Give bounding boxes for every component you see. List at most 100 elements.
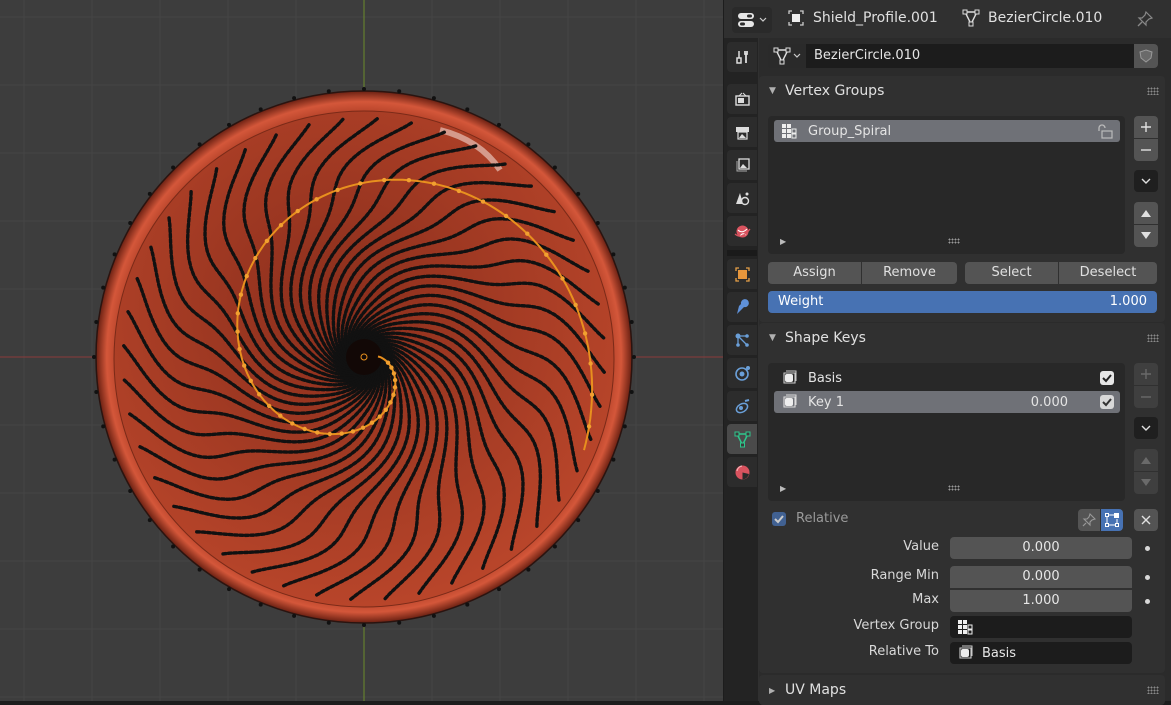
range-min-field[interactable]: 0.000 <box>950 566 1132 588</box>
selected-vertex <box>377 414 382 419</box>
chevron-down-icon <box>793 53 801 58</box>
keyframe-dot-icon[interactable] <box>1145 546 1150 551</box>
datablock-browse-button[interactable] <box>768 44 806 68</box>
tab-view-layer[interactable] <box>727 150 757 180</box>
value-field[interactable]: 0.000 <box>950 537 1132 559</box>
selected-vertex <box>235 311 240 316</box>
fake-user-button[interactable] <box>1134 44 1158 68</box>
selected-vertex <box>383 407 388 412</box>
move-down-button[interactable] <box>1134 225 1158 247</box>
rim-vertex <box>629 390 634 394</box>
rim-vertex <box>465 602 470 607</box>
relative-to-field[interactable]: Basis <box>950 642 1132 664</box>
expand-filter-icon[interactable]: ▶ <box>780 484 786 493</box>
shape-key-specials-button[interactable] <box>1134 417 1158 439</box>
list-resize-grip-icon[interactable] <box>948 238 960 244</box>
selected-vertex <box>406 178 412 183</box>
edit-mode-toggle-button[interactable] <box>1101 509 1123 531</box>
viewport-canvas[interactable] <box>0 0 723 701</box>
add-vertex-group-button[interactable] <box>1134 116 1158 138</box>
tab-constraints[interactable] <box>727 391 757 421</box>
rim-vertex <box>526 567 531 572</box>
list-item[interactable]: Group_Spiral <box>774 120 1120 142</box>
pin-icon[interactable] <box>1136 10 1154 28</box>
expand-filter-icon[interactable]: ▶ <box>780 237 786 246</box>
drag-grip-icon[interactable] <box>1147 686 1159 694</box>
editor-type-button[interactable] <box>732 7 772 33</box>
checkmark-icon <box>1102 398 1112 407</box>
triangle-up-icon <box>1141 457 1151 464</box>
object-icon <box>734 266 750 282</box>
rim-vertex <box>397 89 402 94</box>
vertex-group-field[interactable] <box>950 616 1132 638</box>
selected-vertex <box>582 331 588 336</box>
assign-button[interactable]: Assign <box>768 262 861 284</box>
tab-world[interactable] <box>727 216 757 246</box>
selected-vertex <box>588 361 593 366</box>
deselect-button[interactable]: Deselect <box>1059 262 1157 284</box>
selected-vertex <box>295 208 300 214</box>
tab-scene[interactable] <box>727 183 757 213</box>
drag-grip-icon[interactable] <box>1147 87 1159 95</box>
rim-vertex <box>611 252 616 257</box>
tab-material[interactable] <box>727 457 757 487</box>
tab-data[interactable] <box>727 424 757 454</box>
keyframe-dot-icon[interactable] <box>1145 575 1150 580</box>
move-up-button[interactable] <box>1134 449 1158 471</box>
clear-shape-keys-button[interactable] <box>1134 509 1158 531</box>
remove-vertex-group-button[interactable] <box>1134 139 1158 161</box>
relative-checkbox[interactable] <box>772 512 786 526</box>
tab-physics[interactable] <box>727 358 757 388</box>
tab-output[interactable] <box>727 117 757 147</box>
move-down-button[interactable] <box>1134 472 1158 494</box>
vertex-groups-header[interactable]: ▼ Vertex Groups <box>759 76 1165 106</box>
rim-vertex <box>292 96 297 101</box>
shape-key-mute-checkbox[interactable] <box>1100 371 1114 385</box>
properties-editor: Shield_Profile.001 BezierCircle.010 Bezi… <box>724 0 1171 705</box>
weight-value: 1.000 <box>1109 294 1147 309</box>
rim-vertex <box>227 587 231 592</box>
tab-tool[interactable] <box>727 42 757 72</box>
selected-vertex <box>560 276 565 281</box>
3d-viewport[interactable] <box>0 0 723 701</box>
selected-vertex <box>544 252 549 257</box>
rim-vertex <box>632 355 636 359</box>
tab-object[interactable] <box>727 259 757 289</box>
mesh-data-icon <box>734 431 750 447</box>
rim-vertex <box>465 107 470 112</box>
vertex-group-label: Vertex Group <box>853 618 940 633</box>
remove-button[interactable]: Remove <box>862 262 957 284</box>
shape-key-mute-checkbox[interactable] <box>1100 395 1114 409</box>
rim-vertex <box>552 544 557 549</box>
remove-shape-key-button[interactable] <box>1134 386 1158 408</box>
tab-particles[interactable] <box>727 325 757 355</box>
rim-vertex <box>171 544 176 549</box>
shape-key-lock-button[interactable] <box>1078 509 1100 531</box>
unlock-icon[interactable] <box>1096 123 1114 139</box>
edit-mode-icon <box>1105 513 1119 527</box>
tab-modifiers[interactable] <box>727 292 757 322</box>
datablock-name-field[interactable]: BezierCircle.010 <box>806 44 1134 68</box>
shape-key-name: Key 1 <box>808 394 844 410</box>
rim-vertex <box>94 320 99 324</box>
add-shape-key-button[interactable] <box>1134 363 1158 385</box>
keyframe-dot-icon[interactable] <box>1145 599 1150 604</box>
selected-vertex <box>589 392 595 397</box>
list-resize-grip-icon[interactable] <box>948 485 960 491</box>
weight-slider[interactable]: Weight 1.000 <box>768 291 1157 313</box>
list-item[interactable]: Basis <box>774 367 1120 389</box>
datablock-selector: BezierCircle.010 <box>768 44 1158 68</box>
drag-grip-icon[interactable] <box>1147 334 1159 342</box>
shape-key-value[interactable]: 0.000 <box>1031 395 1068 410</box>
selected-vertex <box>267 403 272 409</box>
rim-vertex <box>112 252 117 257</box>
max-field[interactable]: 1.000 <box>950 590 1132 612</box>
selected-vertex <box>360 425 366 430</box>
move-up-button[interactable] <box>1134 202 1158 224</box>
tab-render[interactable] <box>727 84 757 114</box>
list-item[interactable]: Key 1 0.000 <box>774 391 1120 413</box>
physics-icon <box>734 365 750 381</box>
vertex-group-specials-button[interactable] <box>1134 170 1158 192</box>
shape-keys-header[interactable]: ▼ Shape Keys <box>759 323 1165 353</box>
select-button[interactable]: Select <box>965 262 1058 284</box>
